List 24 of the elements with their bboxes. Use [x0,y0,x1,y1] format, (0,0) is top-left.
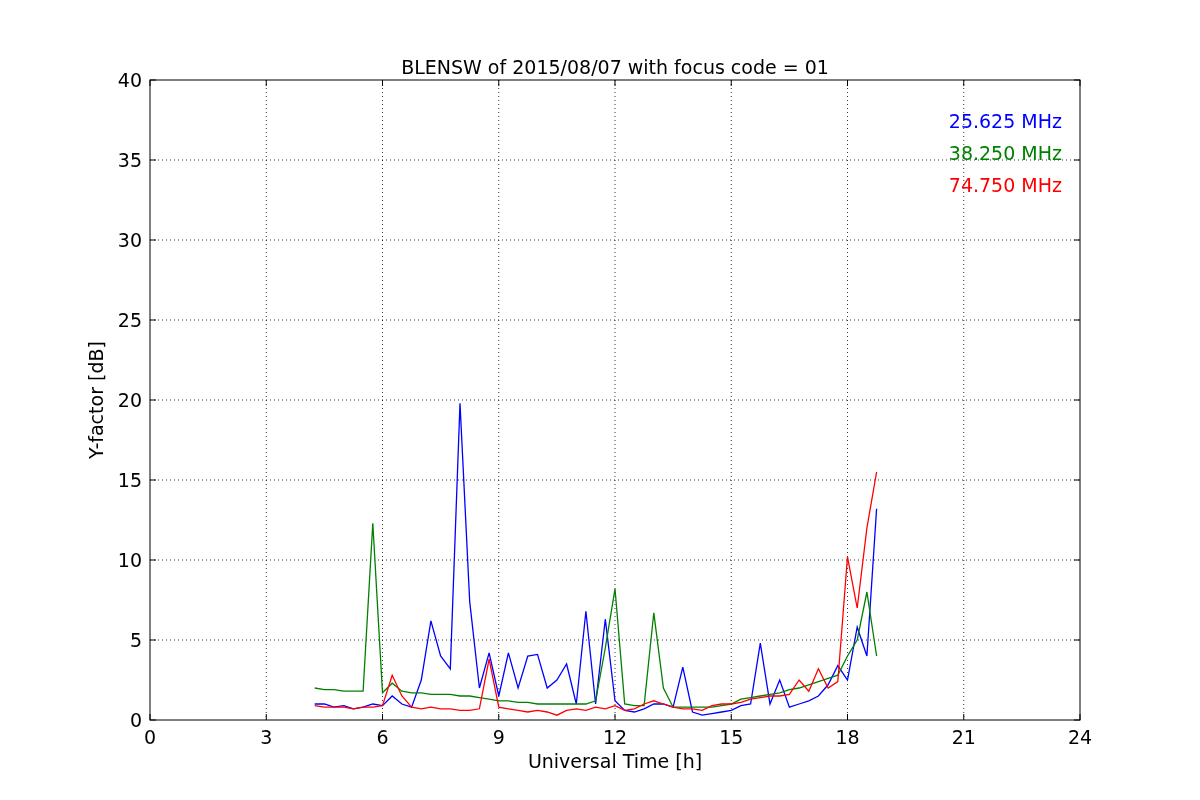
y-tick-label: 10 [117,549,142,571]
chart-title: BLENSW of 2015/08/07 with focus code = 01 [401,56,829,78]
x-tick-label: 6 [376,726,389,748]
x-tick-label: 21 [951,726,976,748]
x-tick-label: 0 [143,726,157,748]
y-axis-label: Y-factor [dB] [85,341,107,459]
x-tick-label: 24 [1067,726,1093,748]
x-tick-label: 12 [602,726,628,748]
legend-label: 25.625 MHz [948,110,1062,132]
x-tick-label: 15 [719,726,744,748]
x-tick-label: 18 [835,726,860,748]
legend-label: 38.250 MHz [948,142,1062,164]
legend-label: 74.750 MHz [948,174,1062,196]
y-tick-label: 0 [129,709,142,731]
y-tick-label: 25 [117,309,142,331]
x-tick-label: 9 [492,726,505,748]
y-tick-label: 30 [117,229,142,251]
x-tick-label: 3 [260,726,273,748]
y-tick-label: 35 [117,149,142,171]
y-tick-label: 5 [129,629,142,651]
y-tick-label: 40 [117,69,142,91]
x-axis-label: Universal Time [h] [527,750,703,772]
y-tick-label: 20 [117,389,142,411]
y-tick-label: 15 [117,469,142,491]
